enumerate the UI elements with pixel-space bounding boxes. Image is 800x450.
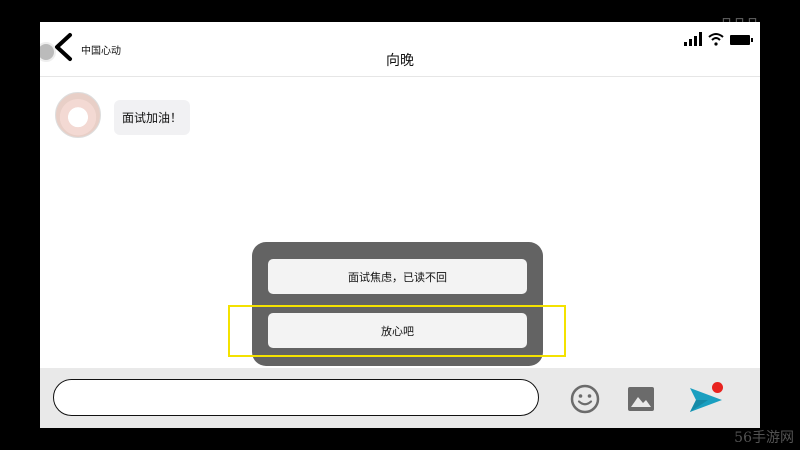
choice-option-1[interactable]: 面试焦虑，已读不回 — [268, 259, 527, 294]
message-bubble: 面试加油！ — [114, 100, 191, 135]
smiley-icon — [570, 384, 600, 414]
watermark-logo-top: ▯▯▯ — [720, 12, 760, 36]
battery-icon — [730, 35, 753, 45]
reply-choices-popup: 面试焦虑，已读不回 放心吧 — [252, 242, 543, 366]
page-title: 向晚 — [386, 53, 414, 69]
image-icon — [628, 387, 654, 411]
message-input[interactable] — [53, 379, 539, 416]
phone-screen: 中国心动 向晚 面试加油！ 面试焦虑，已读不回 放心吧 — [40, 22, 760, 428]
emoji-button[interactable] — [570, 384, 600, 414]
choice-option-2[interactable]: 放心吧 — [268, 313, 527, 348]
image-button[interactable] — [627, 386, 655, 412]
signal-icon — [684, 30, 702, 46]
chat-header: 中国心动 向晚 — [40, 22, 760, 77]
avatar[interactable] — [55, 92, 101, 138]
notification-badge — [712, 382, 723, 393]
input-bar — [40, 368, 760, 428]
watermark-bottom: 56手游网 — [734, 430, 794, 446]
